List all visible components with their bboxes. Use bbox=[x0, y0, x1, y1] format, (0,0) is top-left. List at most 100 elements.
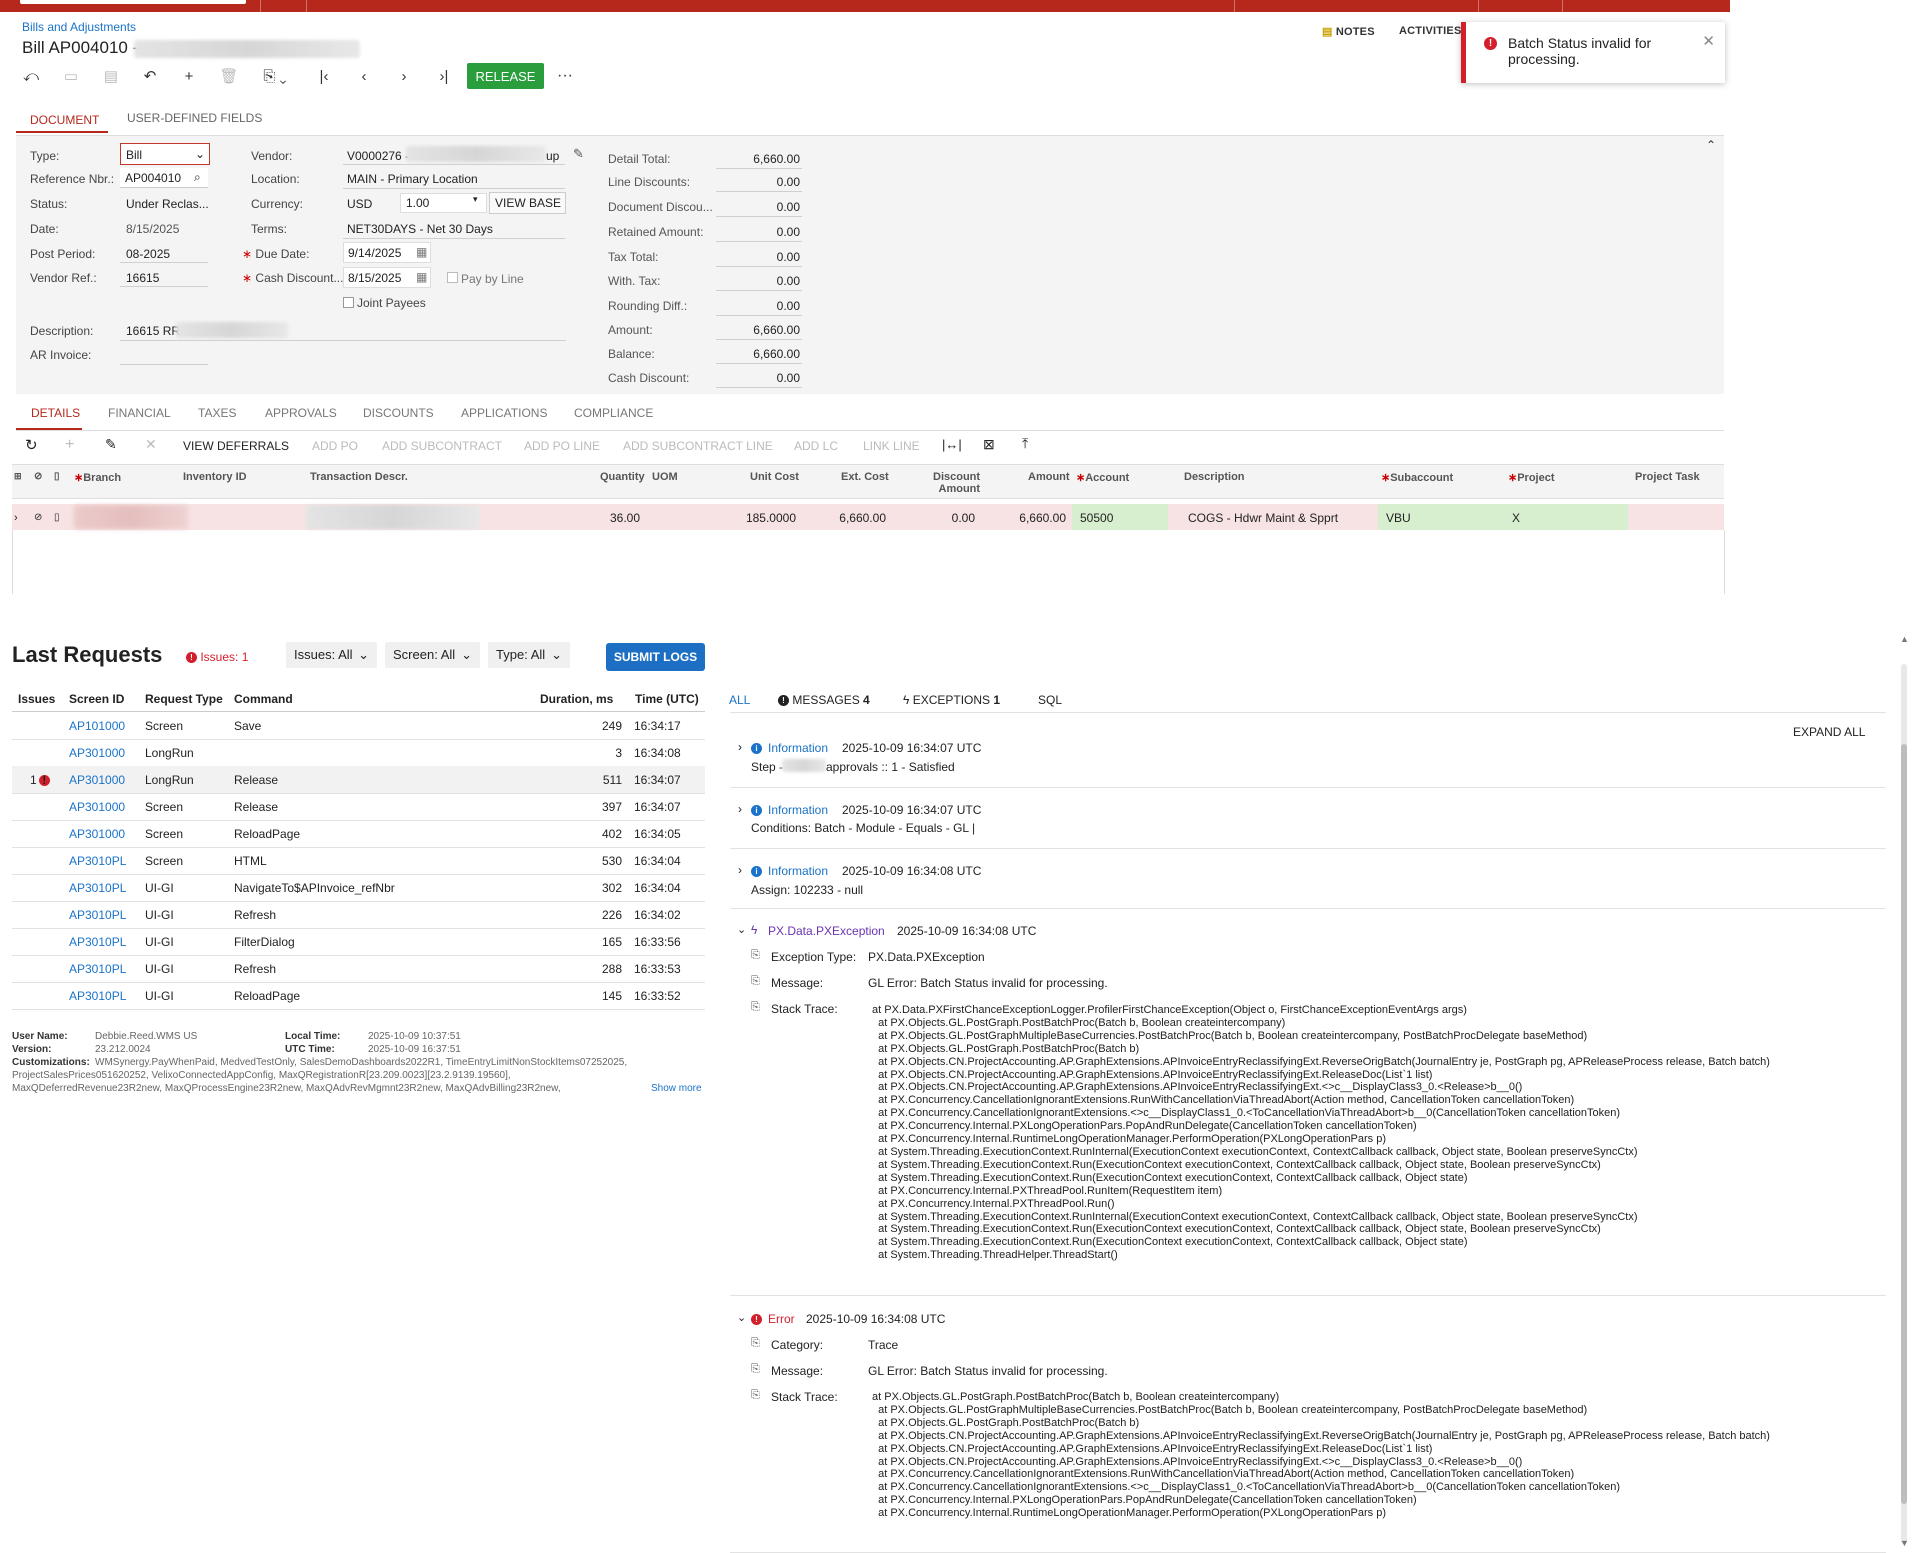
tab-discounts[interactable]: DISCOUNTS bbox=[363, 406, 434, 420]
col-duration[interactable]: Duration, ms bbox=[540, 692, 613, 706]
next-record-icon[interactable]: › bbox=[393, 66, 415, 86]
screen-id-cell[interactable]: AP3010PL bbox=[69, 881, 126, 895]
chevron-right-icon[interactable]: › bbox=[738, 863, 742, 877]
add-po-button[interactable]: ADD PO bbox=[312, 439, 358, 453]
col-request-type[interactable]: Request Type bbox=[145, 692, 223, 706]
more-actions-icon[interactable]: ··· bbox=[554, 66, 576, 86]
currency-value[interactable]: USD bbox=[347, 197, 372, 211]
release-button[interactable]: RELEASE bbox=[467, 63, 544, 89]
col-project-task[interactable]: Project Task bbox=[1635, 471, 1700, 483]
copy-icon[interactable]: ⎘ bbox=[751, 949, 760, 962]
discount-cell[interactable]: 0.00 bbox=[900, 506, 975, 530]
log-entry[interactable]: › i Information 2025-10-09 16:34:07 UTC … bbox=[730, 802, 1886, 842]
post-period-value[interactable]: 08-2025 bbox=[126, 247, 170, 261]
add-subcontract-line-button[interactable]: ADD SUBCONTRACT LINE bbox=[623, 439, 773, 453]
screen-id-cell[interactable]: AP301000 bbox=[69, 827, 125, 841]
unit-cost-cell[interactable]: 185.0000 bbox=[700, 506, 796, 530]
col-ext-cost[interactable]: Ext. Cost bbox=[841, 471, 889, 483]
subaccount-cell[interactable]: VBU bbox=[1386, 506, 1411, 530]
screen-filter[interactable]: Screen: All ⌄ bbox=[385, 642, 480, 668]
show-more-link[interactable]: Show more bbox=[651, 1083, 702, 1094]
col-branch[interactable]: ∗Branch bbox=[74, 471, 121, 484]
refresh-icon[interactable]: ↻ bbox=[25, 436, 38, 454]
submit-logs-button[interactable]: SUBMIT LOGS bbox=[606, 643, 705, 671]
col-account[interactable]: ∗Account bbox=[1076, 471, 1129, 484]
previous-record-icon[interactable]: ‹ bbox=[353, 66, 375, 86]
exception-entry-header[interactable]: ⌄ ϟ PX.Data.PXException 2025-10-09 16:34… bbox=[730, 923, 1886, 939]
save-close-icon[interactable]: ▭ bbox=[60, 66, 82, 86]
notes-link[interactable]: ▤ NOTES bbox=[1322, 25, 1375, 38]
col-unit-cost[interactable]: Unit Cost bbox=[750, 471, 799, 483]
pay-by-line-checkbox[interactable] bbox=[447, 272, 458, 283]
edit-icon[interactable]: ✎ bbox=[105, 436, 117, 453]
tab-details[interactable]: DETAILS bbox=[31, 406, 80, 420]
table-row[interactable]: AP3010PL UI-GI ReloadPage 145 16:33:52 bbox=[12, 982, 705, 1010]
scroll-up-icon[interactable]: ▲ bbox=[1900, 634, 1909, 644]
first-record-icon[interactable]: |‹ bbox=[313, 66, 335, 86]
table-row[interactable]: AP101000 Screen Save 249 16:34:17 bbox=[12, 712, 705, 740]
tab-taxes[interactable]: TAXES bbox=[198, 406, 236, 420]
search-icon[interactable]: ⌕ bbox=[194, 170, 201, 185]
add-po-line-button[interactable]: ADD PO LINE bbox=[524, 439, 600, 453]
col-uom[interactable]: UOM bbox=[652, 471, 678, 483]
rate-field[interactable]: 1.00 ▾ bbox=[400, 193, 487, 213]
link-line-button[interactable]: LINK LINE bbox=[863, 439, 920, 453]
close-icon[interactable]: ✕ bbox=[1702, 32, 1715, 50]
copy-icon[interactable]: ⎘ bbox=[751, 1363, 760, 1376]
tab-document[interactable]: DOCUMENT bbox=[30, 113, 99, 127]
tab-applications[interactable]: APPLICATIONS bbox=[461, 406, 547, 420]
tab-financial[interactable]: FINANCIAL bbox=[108, 406, 171, 420]
save-icon[interactable]: ▤ bbox=[100, 66, 122, 86]
screen-id-cell[interactable]: AP3010PL bbox=[69, 989, 126, 1003]
amount-cell[interactable]: 6,660.00 bbox=[980, 506, 1066, 530]
add-row-icon[interactable]: + bbox=[65, 436, 74, 454]
expand-all-button[interactable]: EXPAND ALL bbox=[1793, 725, 1865, 739]
table-row[interactable]: AP301000 LongRun 3 16:34:08 bbox=[12, 739, 705, 767]
col-screen-id[interactable]: Screen ID bbox=[69, 692, 124, 706]
chevron-right-icon[interactable]: › bbox=[738, 740, 742, 754]
table-row[interactable]: 1! AP301000 LongRun Release 511 16:34:07 bbox=[12, 766, 705, 794]
table-row[interactable]: AP3010PL UI-GI NavigateTo$APInvoice_refNbr… bbox=[12, 874, 705, 902]
scrollbar-thumb[interactable] bbox=[1901, 744, 1907, 1504]
export-excel-icon[interactable]: ⊠ bbox=[983, 436, 995, 453]
table-row[interactable]: AP3010PL UI-GI FilterDialog 165 16:33:56 bbox=[12, 928, 705, 956]
tab-compliance[interactable]: COMPLIANCE bbox=[574, 406, 653, 420]
global-search-input[interactable] bbox=[20, 0, 246, 4]
delete-icon[interactable]: 🗑 bbox=[218, 66, 240, 86]
screen-id-cell[interactable]: AP3010PL bbox=[69, 854, 126, 868]
terms-value[interactable]: NET30DAYS - Net 30 Days bbox=[347, 222, 493, 236]
tab-all[interactable]: ALL bbox=[729, 693, 750, 707]
note-icon[interactable]: ▯ bbox=[54, 506, 60, 530]
screen-id-cell[interactable]: AP301000 bbox=[69, 773, 125, 787]
col-amount[interactable]: Amount bbox=[1028, 471, 1070, 483]
table-row[interactable]: AP301000 Screen ReloadPage 402 16:34:05 bbox=[12, 820, 705, 848]
tab-exceptions[interactable]: ϟ EXCEPTIONS 1 bbox=[903, 693, 1000, 707]
tab-sql[interactable]: SQL bbox=[1038, 693, 1062, 707]
due-date-field[interactable]: 9/14/2025 ▦ bbox=[343, 242, 431, 263]
cash-discount-date-field[interactable]: 8/15/2025 ▦ bbox=[343, 267, 431, 288]
copy-icon[interactable]: ⎘ bbox=[751, 1001, 760, 1014]
table-row[interactable]: AP301000 Screen Release 397 16:34:07 bbox=[12, 793, 705, 821]
col-discount-amount[interactable]: Discount Amount bbox=[933, 471, 980, 495]
screen-id-cell[interactable]: AP301000 bbox=[69, 746, 125, 760]
col-quantity[interactable]: Quantity bbox=[600, 471, 645, 483]
col-transaction-descr[interactable]: Transaction Descr. bbox=[310, 471, 408, 483]
refnbr-field[interactable]: AP004010 ⌕ bbox=[120, 168, 208, 188]
account-cell[interactable]: 50500 bbox=[1080, 506, 1113, 530]
copy-icon[interactable]: ⎘ bbox=[751, 975, 760, 988]
activities-link[interactable]: ACTIVITIES bbox=[1399, 25, 1462, 37]
screen-id-cell[interactable]: AP301000 bbox=[69, 800, 125, 814]
col-command[interactable]: Command bbox=[234, 692, 293, 706]
col-description[interactable]: Description bbox=[1184, 471, 1245, 483]
edit-icon[interactable]: ✎ bbox=[573, 146, 584, 162]
type-filter[interactable]: Type: All ⌄ bbox=[488, 642, 570, 668]
table-row[interactable]: AP3010PL UI-GI Refresh 288 16:33:53 bbox=[12, 955, 705, 983]
col-issues[interactable]: Issues bbox=[18, 692, 55, 706]
screen-id-cell[interactable]: AP3010PL bbox=[69, 908, 126, 922]
vendor-value[interactable]: V0000276 - bbox=[347, 149, 409, 163]
ar-invoice-field[interactable] bbox=[120, 364, 208, 365]
col-time[interactable]: Time (UTC) bbox=[635, 692, 699, 706]
table-row[interactable]: AP3010PL UI-GI Refresh 226 16:34:02 bbox=[12, 901, 705, 929]
scroll-down-icon[interactable]: ▼ bbox=[1900, 1538, 1909, 1548]
copy-icon[interactable]: ⎘ bbox=[751, 1337, 760, 1350]
